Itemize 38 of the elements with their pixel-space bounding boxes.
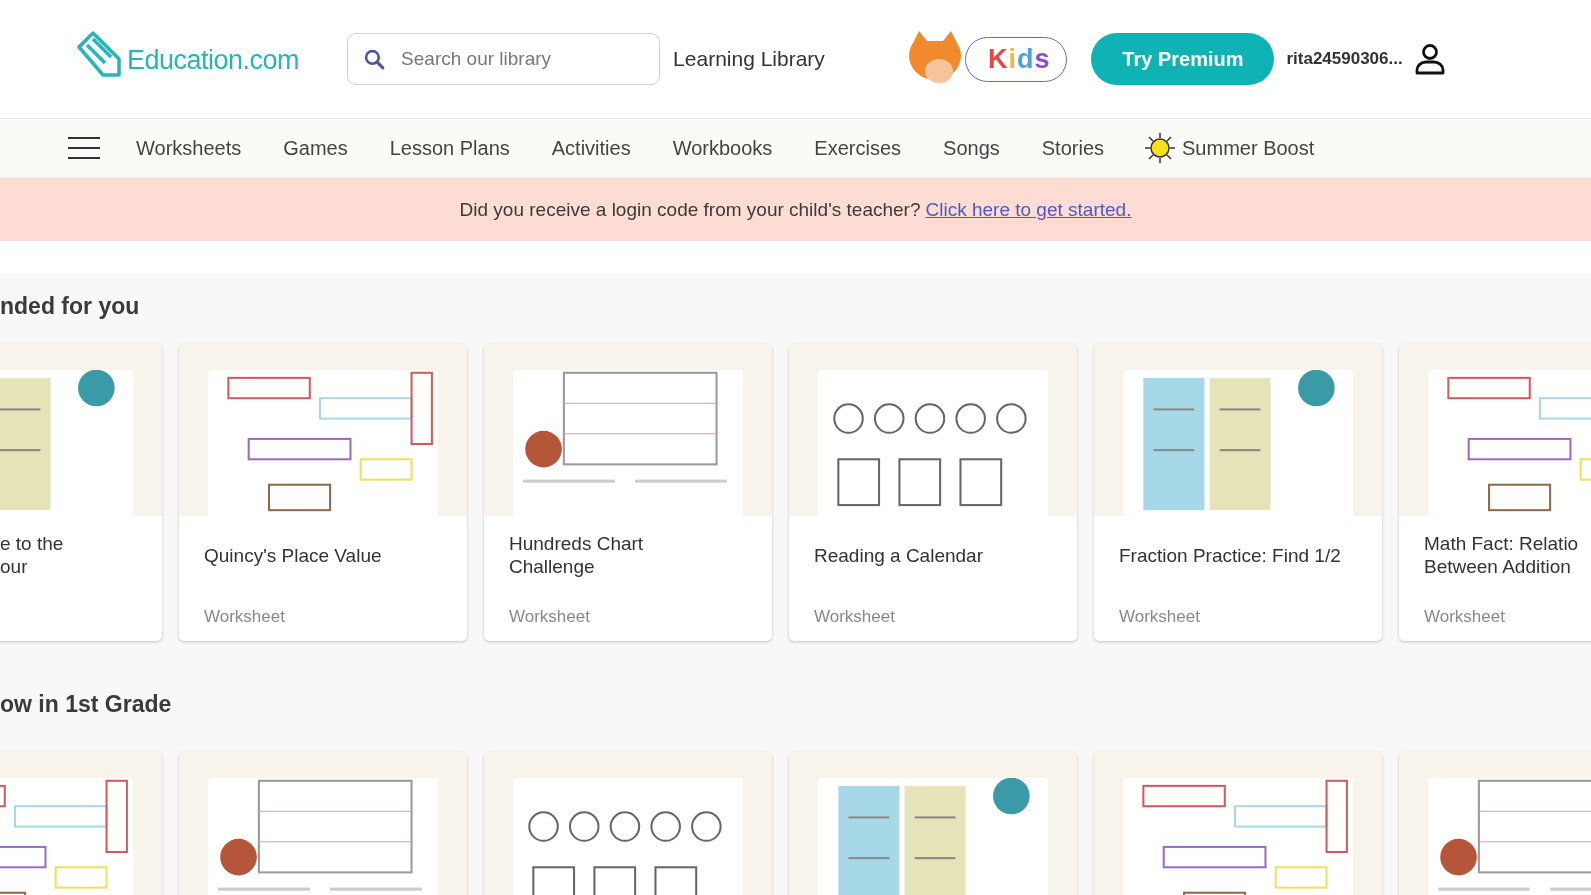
library-link[interactable]: Learning Library — [673, 47, 825, 71]
nav-link[interactable]: Summer Boost — [1182, 136, 1315, 160]
menu-icon[interactable] — [68, 136, 100, 160]
worksheet-card[interactable]: Hundreds Chart Challenge Worksheet — [484, 344, 772, 641]
worksheet-card[interactable]: Fraction Practice: Find 1/2 Worksheet — [1094, 344, 1382, 641]
worksheet-card[interactable]: Quincy's Place Value Worksheet — [179, 344, 467, 641]
card-title: Math Fact: Relatio Between Addition — [1424, 532, 1580, 578]
worksheet-card[interactable]: Math Fact: Relatio Between Addition Worksheet — [1399, 344, 1591, 641]
nav-link[interactable]: Lesson Plans — [389, 136, 510, 160]
search-bar[interactable]: Search our library — [347, 33, 661, 85]
card-title: e to the our — [0, 532, 65, 578]
banner-message: Did you receive a login code from your child's teacher? Click here to get started. — [459, 198, 1132, 221]
card-title: Hundreds Chart Challenge — [509, 532, 645, 578]
card-title: Reading a Calendar — [814, 543, 984, 568]
search-input[interactable]: Search our library — [399, 47, 644, 71]
sun-icon — [1144, 132, 1177, 164]
card-type: Worksheet — [509, 607, 591, 627]
worksheet-card[interactable]: Reading a Calendar Worksheet — [789, 344, 1077, 641]
nav-link[interactable]: Stories — [1041, 136, 1105, 160]
search-icon — [364, 48, 386, 70]
card-type: Worksheet — [814, 607, 896, 627]
nav-link[interactable]: Worksheets — [136, 136, 242, 160]
card-type: Worksheet — [204, 607, 286, 627]
card-title: Quincy's Place Value — [204, 543, 383, 568]
get-started-link[interactable]: Click here to get started. — [925, 198, 1132, 220]
section-title: nded for you — [0, 293, 140, 320]
user-icon[interactable] — [1414, 43, 1445, 75]
card-title: Fraction Practice: Find 1/2 — [1119, 543, 1342, 568]
card-type: Worksheet — [1424, 607, 1506, 627]
nav-link[interactable]: Games — [283, 136, 348, 160]
nav-link[interactable]: Activities — [551, 136, 631, 160]
card-type: Worksheet — [1119, 607, 1201, 627]
username[interactable]: rita24590306... — [1286, 49, 1403, 69]
nav-link[interactable]: Workbooks — [672, 136, 773, 160]
worksheet-card[interactable]: e to the our — [0, 344, 162, 641]
nav-link[interactable]: Songs — [943, 136, 1000, 160]
section-title: ow in 1st Grade — [0, 690, 172, 718]
nav-link[interactable]: Exercises — [814, 136, 902, 160]
